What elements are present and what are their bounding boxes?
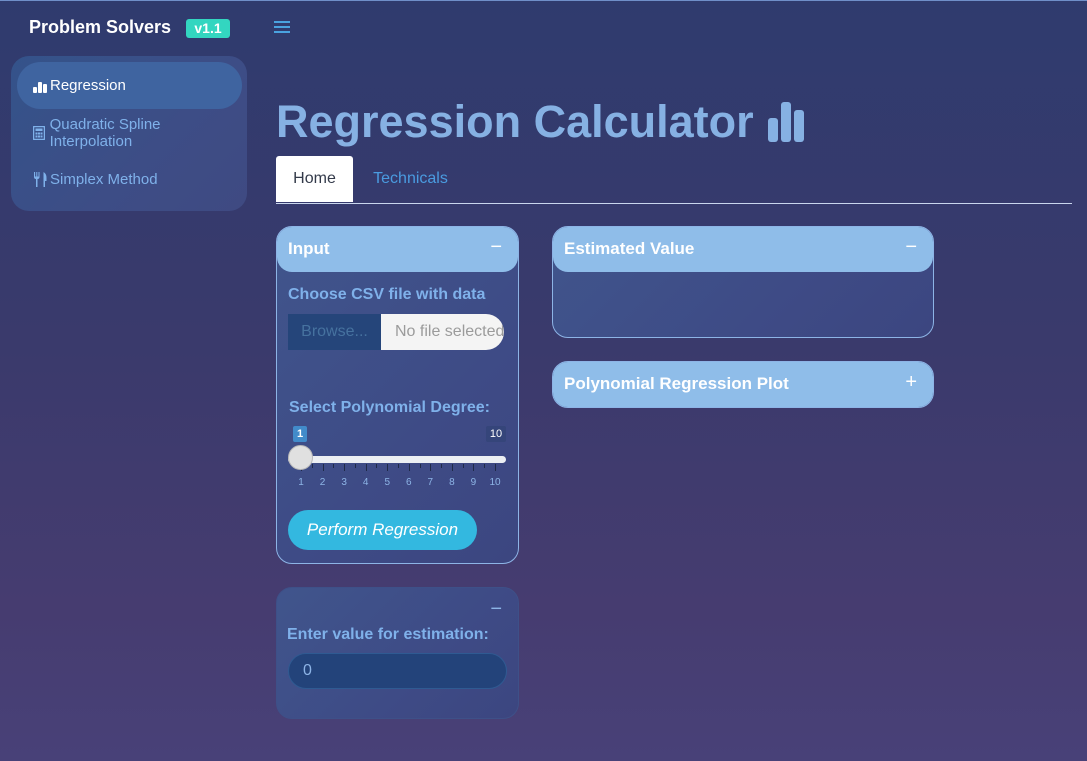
slider-value-badge: 1 [293,426,307,442]
slider-tick-label: 9 [470,477,477,488]
sidebar-item-label: Regression [50,77,126,94]
utensils-icon [33,171,47,187]
slider-minor-tick [333,464,335,468]
perform-regression-button[interactable]: Perform Regression [288,510,477,550]
tab-technicals[interactable]: Technicals [373,156,448,202]
expand-icon[interactable]: + [905,371,917,394]
tab-home[interactable]: Home [276,156,353,202]
estimation-input-value: 0 [303,662,312,679]
estimation-box: − Enter value for estimation: 0 [276,587,519,719]
estimated-value-title: Estimated Value [564,239,695,258]
degree-slider-track[interactable] [288,456,506,463]
input-box-header: Input − [277,227,518,272]
plot-box: Polynomial Regression Plot + [552,361,934,408]
hamburger-icon[interactable] [274,18,290,38]
browse-button[interactable]: Browse... [288,314,381,350]
slider-minor-tick [462,464,464,468]
slider-tick [473,464,475,471]
slider-tick [451,464,453,471]
slider-tick-label: 7 [427,477,434,488]
tab-bar: Home Technicals [276,156,1072,204]
input-box-title: Input [288,239,330,258]
estimation-label: Enter value for estimation: [287,626,489,643]
degree-slider-handle[interactable] [288,445,313,470]
slider-tick [430,464,432,471]
slider-minor-tick [419,464,421,468]
sidebar-item-label: Simplex Method [50,171,158,188]
slider-minor-tick [354,464,356,468]
input-box: Input − Choose CSV file with data Browse… [276,226,519,564]
top-border [0,0,1087,1]
estimated-value-box: Estimated Value − [552,226,934,338]
slider-tick-label: 4 [362,477,369,488]
slider-tick [408,464,410,471]
estimation-input[interactable]: 0 [288,653,507,689]
slider-minor-tick [484,464,486,468]
slider-tick [322,464,324,471]
estimated-value-header: Estimated Value − [553,227,933,272]
plot-box-title: Polynomial Regression Plot [564,374,789,393]
slider-minor-tick [376,464,378,468]
slider-max-badge: 10 [486,426,506,442]
slider-tick-label: 5 [384,477,390,488]
slider-minor-tick [398,464,399,468]
slider-tick-label: 2 [319,477,326,488]
collapse-icon[interactable]: − [490,236,502,259]
slider-tick-label: 6 [405,477,412,488]
calculator-icon [33,125,47,140]
slider-tick-label: 1 [298,477,304,488]
version-badge: v1.1 [186,19,230,38]
degree-label: Select Polynomial Degree: [289,399,490,416]
slider-tick [365,464,367,471]
slider-tick-label: 3 [341,477,347,488]
slider-tick [387,464,389,471]
page-title-text: Regression Calculator [276,96,754,147]
sidebar-item-regression[interactable]: Regression [17,62,242,109]
sidebar-item-simplex[interactable]: Simplex Method [17,156,242,203]
brand-title[interactable]: Problem Solvers [29,17,171,38]
file-input-label: Choose CSV file with data [288,286,486,303]
slider-tick [495,464,496,471]
page-title: Regression Calculator [276,96,804,148]
file-name-field[interactable]: No file selected [381,314,504,350]
bar-chart-icon [767,102,804,142]
bar-chart-icon [33,79,47,93]
plot-box-header: Polynomial Regression Plot + [553,362,933,407]
slider-minor-tick [311,464,313,468]
collapse-icon[interactable]: − [905,236,917,259]
slider-tick [344,464,346,471]
collapse-icon[interactable]: − [490,598,502,621]
slider-tick-label: 8 [449,477,455,488]
slider-tick-label: 10 [489,477,501,488]
file-name-placeholder: No file selected [395,323,504,340]
sidebar-item-quadratic-spline[interactable]: Quadratic Spline Interpolation [17,109,242,156]
sidebar: Regression Quadratic Spline Interpolatio… [11,56,247,211]
slider-minor-tick [441,464,443,468]
sidebar-item-label: Quadratic Spline Interpolation [49,115,161,150]
